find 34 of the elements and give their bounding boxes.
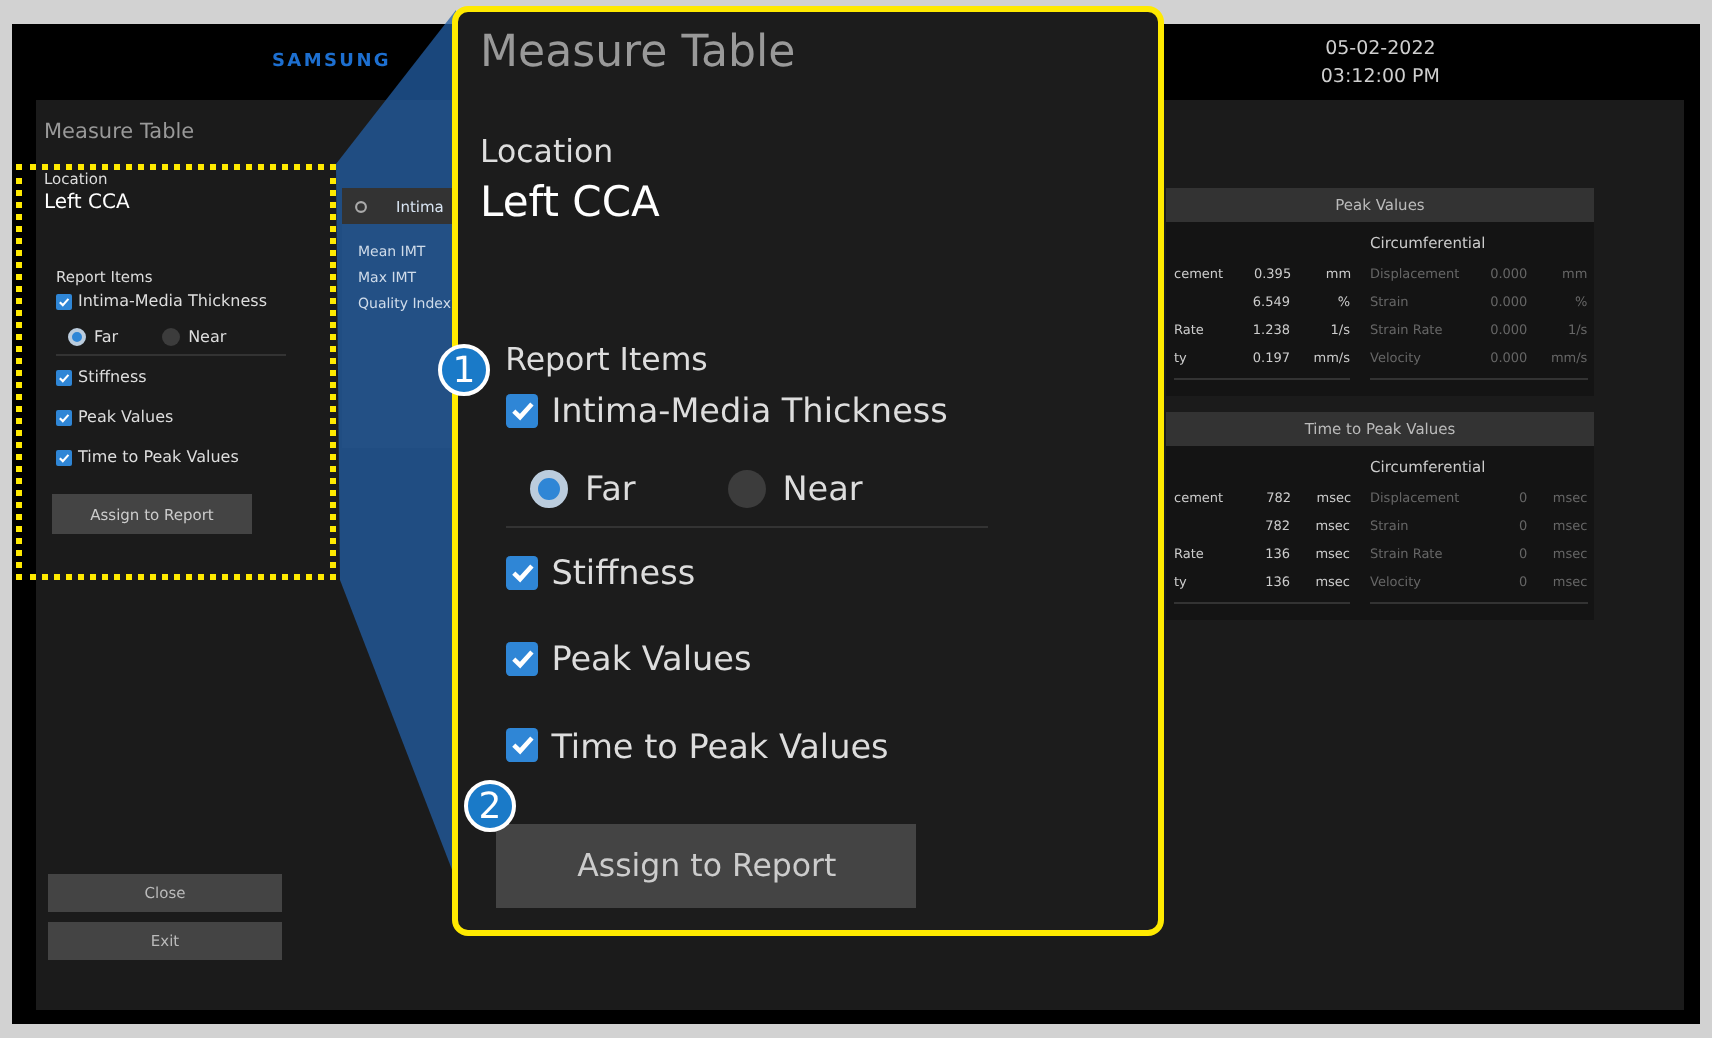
date-text: 05-02-2022 (1325, 37, 1436, 59)
checkbox[interactable] (56, 409, 72, 425)
location-value: Left CCA (44, 192, 132, 214)
time-text: 03:12:00 PM (1320, 65, 1440, 87)
panel-title: Measure Table (44, 120, 197, 144)
checkbox[interactable] (505, 394, 539, 428)
checkbox[interactable] (505, 642, 539, 676)
radio-label: Far (584, 468, 636, 509)
radio-label: Near (188, 328, 227, 346)
radio-button[interactable] (162, 328, 181, 346)
checkbox[interactable] (505, 728, 539, 762)
report-items-heading: Report Items (505, 340, 710, 379)
radio-button[interactable] (530, 469, 569, 508)
panel-title: Measure Table (480, 28, 798, 78)
checkbox-label: Peak Values (551, 638, 752, 679)
checkbox-label: Time to Peak Values (551, 725, 889, 766)
checkbox-label: Stiffness (551, 552, 696, 593)
radio-button[interactable] (727, 469, 766, 508)
checkbox[interactable] (505, 555, 539, 590)
location-value: Left CCA (480, 178, 662, 227)
checkbox[interactable] (56, 369, 72, 385)
checkbox[interactable] (56, 449, 72, 465)
checkbox-label: Intima-Media Thickness (551, 390, 948, 431)
brand-logo: SAMSUNG (272, 52, 392, 72)
checkbox-label: Stiffness (78, 368, 147, 386)
checkbox-label: Peak Values (78, 408, 174, 426)
radio-button[interactable] (68, 328, 86, 346)
location-label: Location (480, 132, 616, 171)
checkbox-label: Intima-Media Thickness (78, 292, 267, 310)
checkbox-label: Time to Peak Values (78, 448, 239, 466)
assign-to-report-button[interactable]: Assign to Report (496, 823, 917, 908)
radio-label: Near (782, 468, 863, 509)
checkbox[interactable] (56, 293, 72, 309)
radio-label: Far (94, 328, 119, 346)
